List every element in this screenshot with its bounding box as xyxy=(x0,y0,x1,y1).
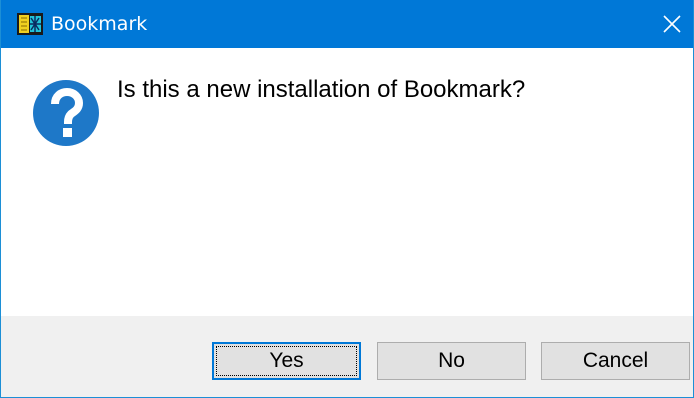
bookmark-app-icon xyxy=(17,13,43,35)
cancel-button[interactable]: Cancel xyxy=(541,342,690,380)
question-icon xyxy=(32,79,100,147)
dialog-content: Is this a new installation of Bookmark? xyxy=(1,48,693,316)
no-button-label: No xyxy=(438,349,465,372)
close-button[interactable] xyxy=(649,0,693,48)
close-icon xyxy=(663,15,681,33)
yes-button[interactable]: Yes xyxy=(212,342,361,380)
no-button[interactable]: No xyxy=(377,342,526,380)
button-bar: Yes No Cancel xyxy=(1,316,693,397)
window-title: Bookmark xyxy=(51,13,148,35)
yes-button-label: Yes xyxy=(269,349,304,372)
dialog-window: Bookmark Is this a new installation of B… xyxy=(0,0,694,398)
cancel-button-label: Cancel xyxy=(582,349,649,372)
title-bar[interactable]: Bookmark xyxy=(1,0,693,48)
dialog-message: Is this a new installation of Bookmark? xyxy=(117,76,526,103)
